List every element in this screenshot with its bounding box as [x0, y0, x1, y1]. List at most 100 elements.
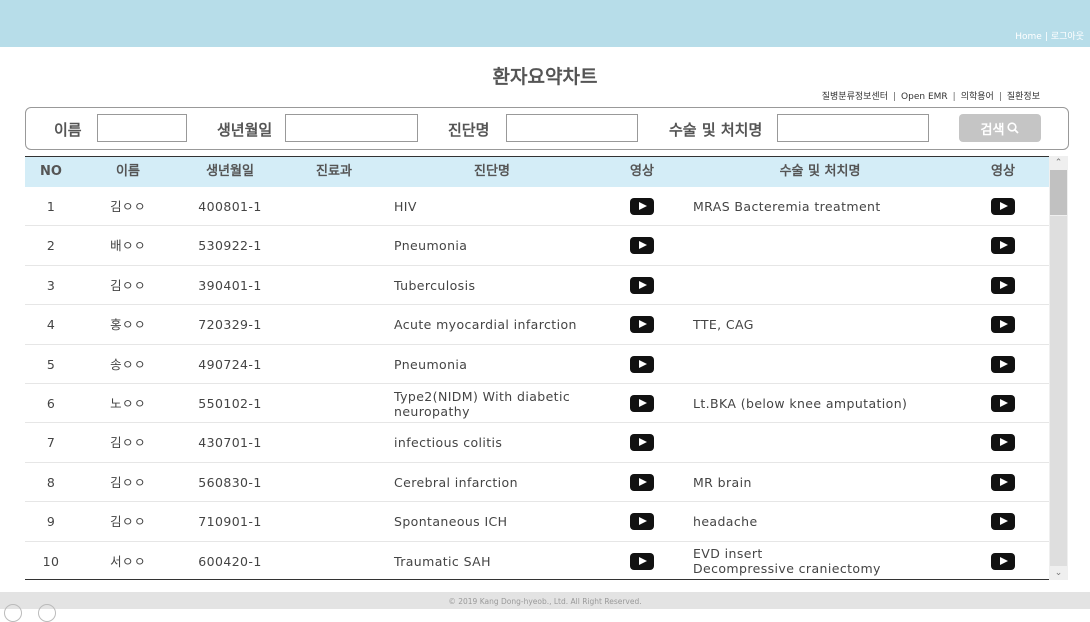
cell-name: 홍ㅇㅇ	[98, 305, 158, 344]
play-icon[interactable]	[630, 513, 654, 531]
cell-diagnosis-text: Type2(NIDM) With diabetic neuropathy	[394, 388, 571, 419]
play-icon[interactable]	[630, 237, 654, 255]
footer-circle-icon	[4, 604, 22, 622]
cell-birth-text: 550102-1	[198, 396, 262, 411]
table-row[interactable]: 8 김ㅇㅇ 560830-1 Cerebral infarction MR brain	[25, 463, 1049, 503]
play-icon[interactable]	[991, 355, 1015, 373]
play-icon[interactable]	[991, 513, 1015, 531]
cell-dept	[299, 266, 369, 305]
play-icon[interactable]	[630, 473, 654, 491]
video-cell	[991, 187, 1015, 226]
table-scrollbar[interactable]: ⌃ ⌄	[1049, 156, 1068, 580]
cell-name: 김ㅇㅇ	[98, 187, 158, 226]
cell-name-text: 김ㅇㅇ	[110, 435, 146, 451]
play-icon[interactable]	[630, 552, 654, 570]
table-row[interactable]: 4 홍ㅇㅇ 720329-1 Acute myocardial infarction T…	[25, 305, 1049, 345]
home-link[interactable]: Home	[1015, 32, 1042, 42]
logout-link[interactable]: 로그아웃	[1051, 32, 1084, 42]
play-icon[interactable]	[991, 434, 1015, 452]
cell-no-text: 8	[46, 474, 56, 490]
cell-dept	[299, 423, 369, 462]
quick-link[interactable]: Open EMR	[901, 92, 948, 102]
scroll-track[interactable]	[1050, 216, 1067, 566]
play-icon[interactable]	[991, 237, 1015, 255]
table-row[interactable]: 10 서ㅇㅇ 600420-1 Traumatic SAH EVD insert Dec…	[25, 542, 1049, 579]
play-icon[interactable]	[991, 395, 1015, 412]
play-icon[interactable]	[991, 198, 1015, 215]
video-cell	[630, 226, 654, 265]
cell-birth: 720329-1	[190, 305, 270, 344]
video-cell	[630, 266, 654, 305]
cell-dept	[299, 384, 369, 423]
quick-link[interactable]: 의학용어	[961, 92, 994, 102]
scroll-down-icon[interactable]: ⌄	[1049, 566, 1068, 580]
table-row[interactable]: 1 김ㅇㅇ 400801-1 HIV MRAS Bacteremia treatment	[25, 187, 1049, 227]
cell-no-text: 5	[46, 356, 56, 372]
table-row[interactable]: 6 노ㅇㅇ 550102-1 Type2(NIDM) With diabetic ne…	[25, 384, 1049, 424]
cell-name: 김ㅇㅇ	[98, 463, 158, 502]
table-row[interactable]: 7 김ㅇㅇ 430701-1 infectious colitis	[25, 423, 1049, 463]
cell-dept	[299, 463, 369, 502]
cell-birth: 490724-1	[190, 345, 270, 384]
table-row[interactable]: 3 김ㅇㅇ 390401-1 Tuberculosis	[25, 266, 1049, 306]
diagnosis-input[interactable]	[506, 114, 638, 142]
play-icon[interactable]	[991, 473, 1015, 491]
search-panel: 이름 생년월일 진단명 수술 및 처치명 검색	[25, 107, 1069, 150]
surgery-input[interactable]	[777, 114, 929, 142]
cell-no-text: 1	[46, 199, 56, 214]
cell-diagnosis: Spontaneous ICH	[394, 502, 594, 541]
header-birth: 생년월일	[206, 164, 254, 179]
cell-diagnosis-text: Traumatic SAH	[394, 553, 491, 569]
quick-link[interactable]: 질병분류정보센터	[822, 92, 888, 102]
cell-birth: 430701-1	[190, 423, 270, 462]
play-icon[interactable]	[630, 395, 654, 412]
scroll-up-icon[interactable]: ⌃	[1049, 156, 1068, 170]
cell-surgery-text: headache	[693, 514, 758, 530]
video-cell	[991, 226, 1015, 265]
play-icon[interactable]	[630, 198, 654, 215]
cell-diagnosis-text: Cerebral infarction	[394, 474, 518, 490]
cell-no-text: 3	[46, 277, 56, 293]
cell-surgery-text: EVD insert Decompressive craniectomy	[693, 546, 881, 577]
table-row[interactable]: 9 김ㅇㅇ 710901-1 Spontaneous ICH headache	[25, 502, 1049, 542]
cell-birth: 530922-1	[190, 226, 270, 265]
cell-diagnosis: Cerebral infarction	[394, 463, 594, 502]
top-bar	[0, 0, 1090, 47]
cell-surgery	[693, 345, 943, 384]
link-separator: |	[952, 92, 956, 102]
cell-no: 5	[27, 345, 75, 384]
play-icon[interactable]	[991, 552, 1015, 570]
video-cell	[991, 305, 1015, 344]
scroll-thumb[interactable]	[1050, 170, 1067, 215]
cell-no: 9	[27, 502, 75, 541]
video-cell	[630, 345, 654, 384]
video-cell	[991, 384, 1015, 423]
quick-link[interactable]: 질환정보	[1007, 92, 1040, 102]
cell-surgery: MRAS Bacteremia treatment	[693, 187, 943, 226]
cell-diagnosis: Pneumonia	[394, 345, 594, 384]
cell-no-text: 10	[42, 553, 60, 569]
play-icon[interactable]	[630, 434, 654, 452]
play-icon[interactable]	[630, 316, 654, 334]
table-row[interactable]: 2 배ㅇㅇ 530922-1 Pneumonia	[25, 226, 1049, 266]
play-icon[interactable]	[630, 355, 654, 373]
table-row[interactable]: 5 송ㅇㅇ 490724-1 Pneumonia	[25, 345, 1049, 384]
cell-birth-text: 400801-1	[198, 199, 262, 214]
play-icon[interactable]	[991, 276, 1015, 294]
name-label: 이름	[54, 121, 82, 139]
cell-no-text: 2	[46, 238, 56, 254]
play-icon[interactable]	[991, 316, 1015, 334]
birth-input[interactable]	[285, 114, 418, 142]
cell-diagnosis: HIV	[394, 187, 594, 226]
search-button[interactable]: 검색	[959, 114, 1041, 142]
header-video-1: 영상	[630, 164, 654, 179]
cell-name: 서ㅇㅇ	[98, 542, 158, 579]
search-button-label: 검색	[980, 122, 1005, 138]
header-surgery: 수술 및 처치명	[779, 164, 861, 179]
cell-diagnosis: Tuberculosis	[394, 266, 594, 305]
video-cell	[630, 187, 654, 226]
page-title: 환자요약차트	[492, 66, 598, 88]
name-input[interactable]	[97, 114, 187, 142]
header-dept: 진료과	[316, 164, 352, 179]
play-icon[interactable]	[630, 276, 654, 294]
